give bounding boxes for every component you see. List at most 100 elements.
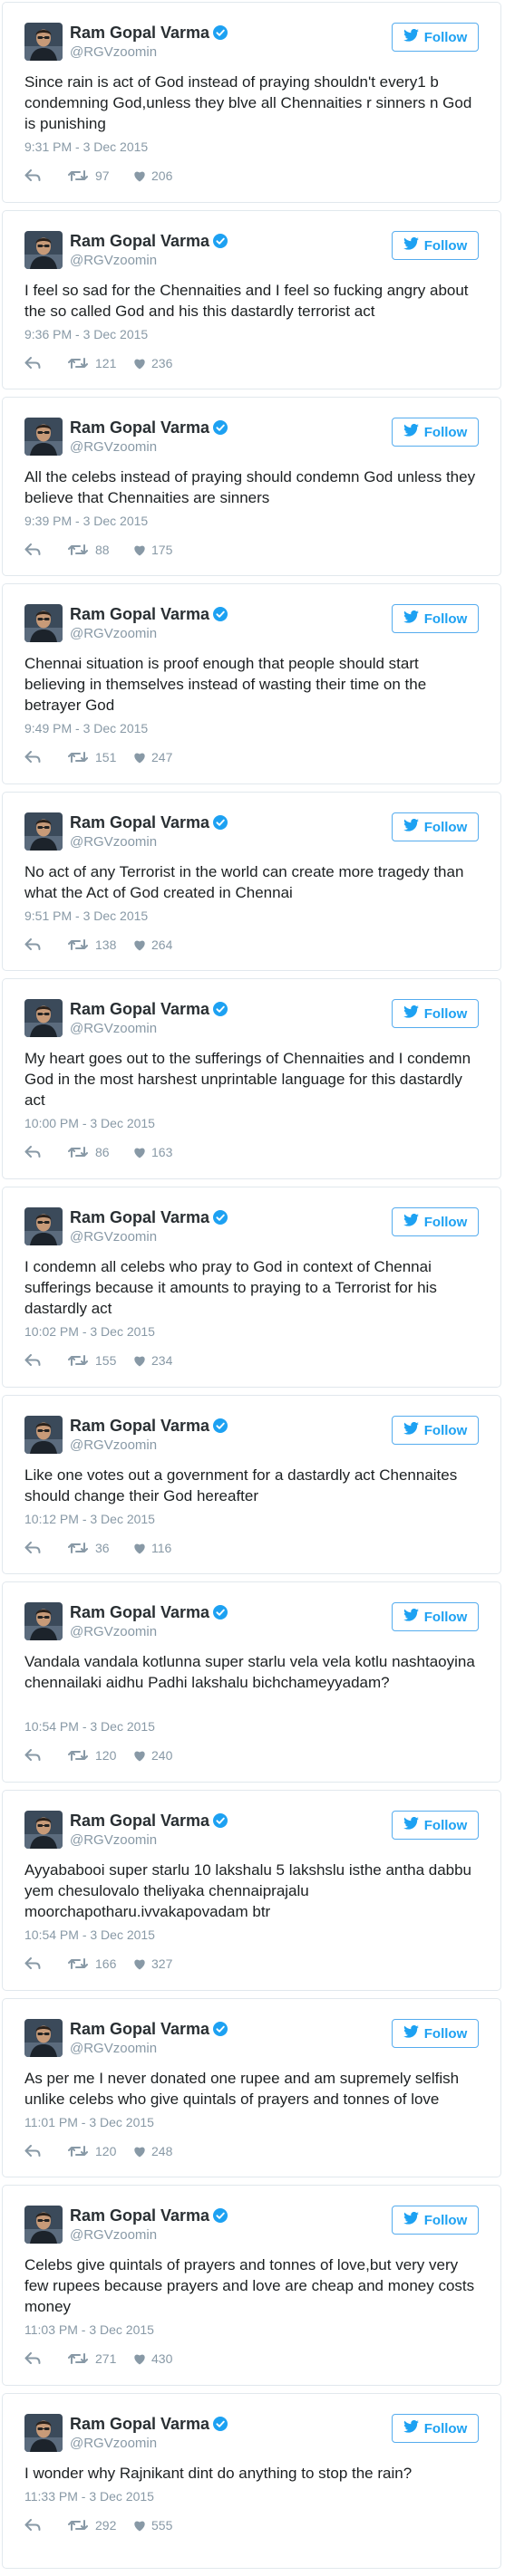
reply-button[interactable]: [24, 357, 68, 370]
follow-button[interactable]: Follow: [392, 1811, 479, 1840]
retweet-button[interactable]: 88: [68, 543, 133, 557]
like-button[interactable]: 175: [133, 543, 172, 557]
author-name[interactable]: Ram Gopal Varma: [70, 605, 228, 626]
follow-button[interactable]: Follow: [392, 1602, 479, 1631]
tweet-timestamp[interactable]: 10:00 PM - 3 Dec 2015: [24, 1116, 155, 1130]
reply-button[interactable]: [24, 1957, 68, 1970]
reply-button[interactable]: [24, 751, 68, 764]
author-name[interactable]: Ram Gopal Varma: [70, 418, 228, 439]
author-name[interactable]: Ram Gopal Varma: [70, 1000, 228, 1021]
author-handle[interactable]: @RGVzoomin: [70, 1624, 157, 1639]
author-name[interactable]: Ram Gopal Varma: [70, 232, 228, 253]
author-handle[interactable]: @RGVzoomin: [70, 2041, 157, 2056]
like-button[interactable]: 240: [133, 1748, 172, 1763]
avatar[interactable]: [24, 604, 63, 642]
author-handle[interactable]: @RGVzoomin: [70, 253, 157, 268]
avatar[interactable]: [24, 231, 63, 269]
author-handle[interactable]: @RGVzoomin: [70, 1437, 157, 1453]
follow-button[interactable]: Follow: [392, 604, 479, 633]
retweet-button[interactable]: 86: [68, 1145, 133, 1159]
author-name[interactable]: Ram Gopal Varma: [70, 1812, 228, 1832]
follow-button[interactable]: Follow: [392, 418, 479, 447]
avatar[interactable]: [24, 418, 63, 456]
retweet-button[interactable]: 138: [68, 937, 133, 952]
like-button[interactable]: 327: [133, 1956, 172, 1971]
tweet-timestamp[interactable]: 10:54 PM - 3 Dec 2015: [24, 1719, 155, 1734]
tweet-timestamp[interactable]: 11:03 PM - 3 Dec 2015: [24, 2322, 154, 2337]
tweet-timestamp[interactable]: 11:33 PM - 3 Dec 2015: [24, 2489, 154, 2504]
author-handle[interactable]: @RGVzoomin: [70, 834, 157, 850]
follow-button[interactable]: Follow: [392, 2019, 479, 2048]
like-button[interactable]: 206: [133, 168, 172, 183]
reply-button[interactable]: [24, 2519, 68, 2532]
tweet-timestamp[interactable]: 9:31 PM - 3 Dec 2015: [24, 139, 148, 154]
avatar[interactable]: [24, 1416, 63, 1454]
author-handle[interactable]: @RGVzoomin: [70, 2227, 157, 2243]
tweet-timestamp[interactable]: 9:36 PM - 3 Dec 2015: [24, 327, 148, 341]
follow-button[interactable]: Follow: [392, 1207, 479, 1236]
avatar[interactable]: [24, 23, 63, 61]
like-button[interactable]: 163: [133, 1145, 172, 1159]
tweet-timestamp[interactable]: 10:12 PM - 3 Dec 2015: [24, 1512, 155, 1526]
follow-button[interactable]: Follow: [392, 999, 479, 1028]
retweet-button[interactable]: 120: [68, 1748, 133, 1763]
like-button[interactable]: 430: [133, 2351, 172, 2366]
avatar[interactable]: [24, 1602, 63, 1640]
reply-button[interactable]: [24, 938, 68, 951]
reply-button[interactable]: [24, 1354, 68, 1367]
retweet-button[interactable]: 271: [68, 2351, 133, 2366]
tweet-timestamp[interactable]: 10:54 PM - 3 Dec 2015: [24, 1927, 155, 1942]
retweet-button[interactable]: 155: [68, 1353, 133, 1368]
like-button[interactable]: 264: [133, 937, 172, 952]
avatar[interactable]: [24, 2206, 63, 2244]
reply-button[interactable]: [24, 1749, 68, 1762]
avatar[interactable]: [24, 2414, 63, 2452]
avatar[interactable]: [24, 999, 63, 1037]
avatar[interactable]: [24, 1207, 63, 1245]
follow-button[interactable]: Follow: [392, 812, 479, 841]
reply-button[interactable]: [24, 2145, 68, 2158]
reply-button[interactable]: [24, 169, 68, 182]
retweet-button[interactable]: 97: [68, 168, 133, 183]
author-name[interactable]: Ram Gopal Varma: [70, 24, 228, 44]
author-name[interactable]: Ram Gopal Varma: [70, 813, 228, 834]
tweet-timestamp[interactable]: 9:49 PM - 3 Dec 2015: [24, 721, 148, 735]
avatar[interactable]: [24, 2019, 63, 2057]
follow-button[interactable]: Follow: [392, 2414, 479, 2443]
reply-button[interactable]: [24, 543, 68, 556]
tweet-timestamp[interactable]: 9:39 PM - 3 Dec 2015: [24, 514, 148, 528]
author-name[interactable]: Ram Gopal Varma: [70, 1417, 228, 1437]
follow-button[interactable]: Follow: [392, 1416, 479, 1445]
tweet-timestamp[interactable]: 9:51 PM - 3 Dec 2015: [24, 908, 148, 923]
follow-button[interactable]: Follow: [392, 23, 479, 52]
avatar[interactable]: [24, 1811, 63, 1849]
avatar[interactable]: [24, 812, 63, 851]
author-handle[interactable]: @RGVzoomin: [70, 1229, 157, 1245]
like-button[interactable]: 248: [133, 2144, 172, 2158]
retweet-button[interactable]: 121: [68, 356, 133, 370]
follow-button[interactable]: Follow: [392, 2206, 479, 2235]
author-handle[interactable]: @RGVzoomin: [70, 1832, 157, 1848]
retweet-button[interactable]: 36: [68, 1541, 133, 1555]
retweet-button[interactable]: 292: [68, 2518, 133, 2533]
retweet-button[interactable]: 166: [68, 1956, 133, 1971]
retweet-button[interactable]: 120: [68, 2144, 133, 2158]
author-name[interactable]: Ram Gopal Varma: [70, 2206, 228, 2227]
author-handle[interactable]: @RGVzoomin: [70, 2436, 157, 2451]
like-button[interactable]: 236: [133, 356, 172, 370]
author-name[interactable]: Ram Gopal Varma: [70, 2020, 228, 2041]
like-button[interactable]: 247: [133, 750, 172, 764]
retweet-button[interactable]: 151: [68, 750, 133, 764]
reply-button[interactable]: [24, 1146, 68, 1158]
reply-button[interactable]: [24, 1542, 68, 1554]
like-button[interactable]: 234: [133, 1353, 172, 1368]
like-button[interactable]: 116: [133, 1541, 171, 1555]
author-name[interactable]: Ram Gopal Varma: [70, 1208, 228, 1229]
follow-button[interactable]: Follow: [392, 231, 479, 260]
tweet-timestamp[interactable]: 11:01 PM - 3 Dec 2015: [24, 2115, 154, 2129]
author-handle[interactable]: @RGVzoomin: [70, 439, 157, 455]
author-handle[interactable]: @RGVzoomin: [70, 1021, 157, 1036]
author-handle[interactable]: @RGVzoomin: [70, 44, 157, 60]
author-handle[interactable]: @RGVzoomin: [70, 626, 157, 641]
author-name[interactable]: Ram Gopal Varma: [70, 2415, 228, 2436]
